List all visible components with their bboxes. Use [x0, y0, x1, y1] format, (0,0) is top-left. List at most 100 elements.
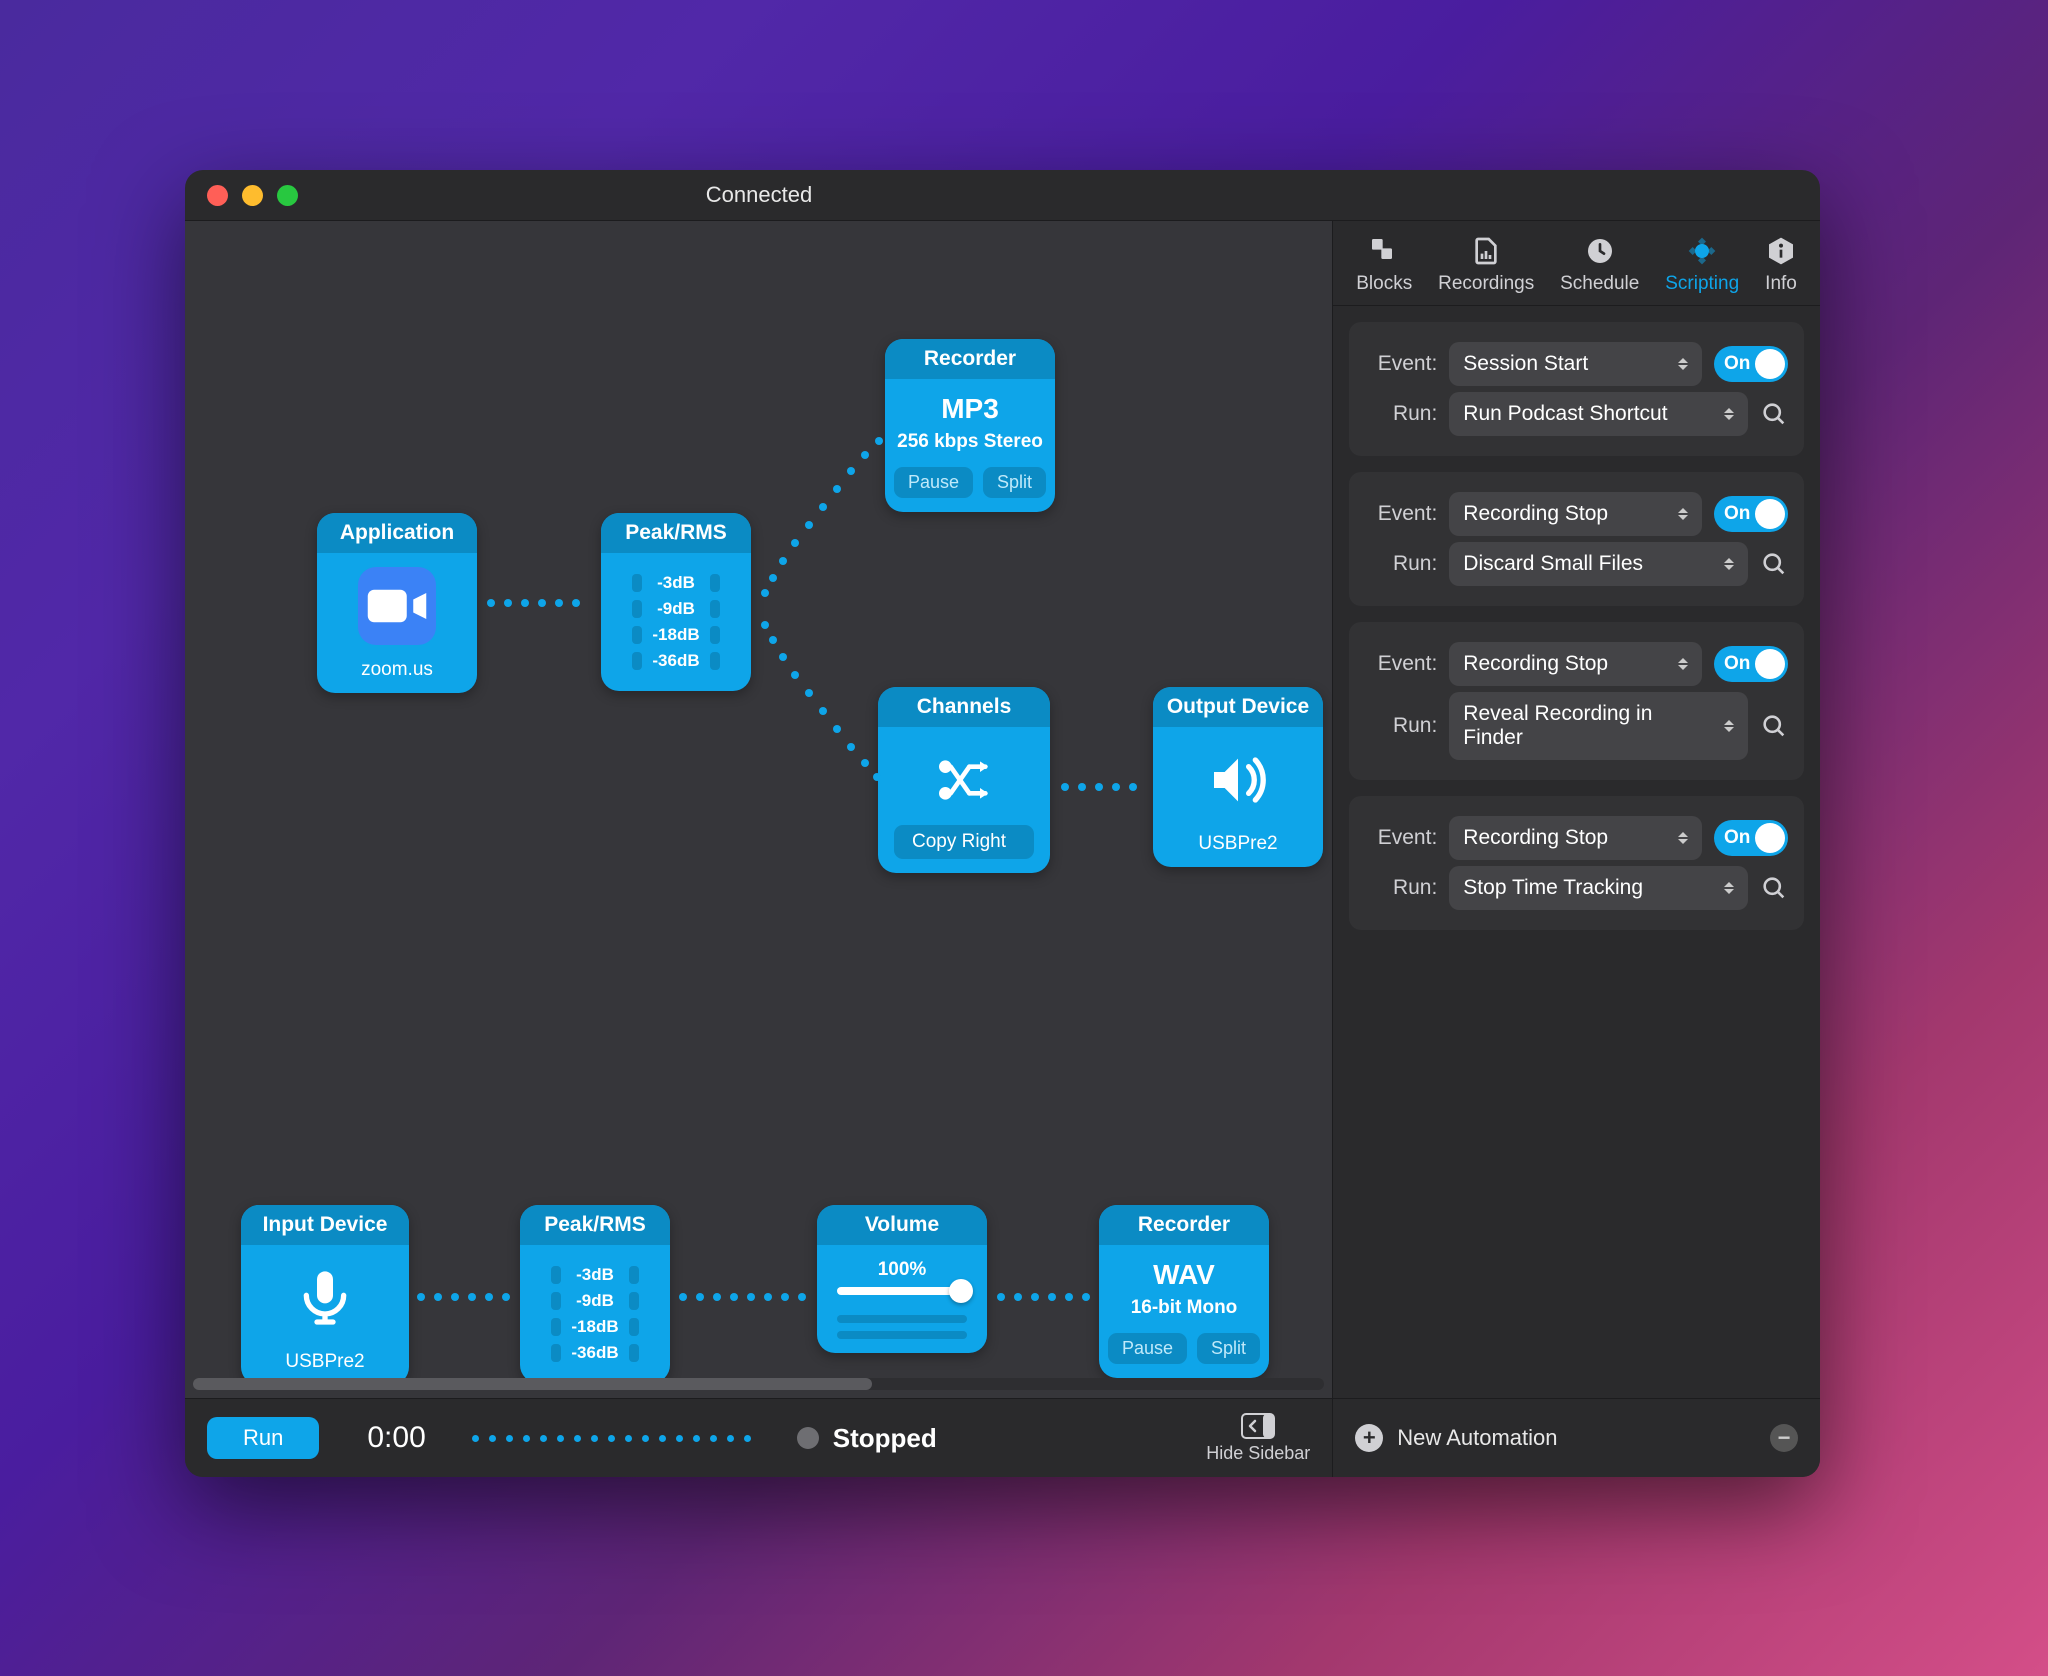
scrollbar-thumb[interactable] — [193, 1378, 872, 1390]
run-label: Run: — [1365, 714, 1437, 738]
event-select[interactable]: Recording Stop — [1449, 642, 1702, 686]
recordings-icon — [1470, 235, 1502, 267]
node-header: Recorder — [885, 339, 1055, 379]
app-window: Connected Application zoom.us Peak/RMS -… — [185, 170, 1820, 1477]
chevron-updown-icon — [1678, 832, 1688, 844]
connector — [679, 1293, 806, 1301]
channels-icon — [925, 741, 1003, 819]
node-recorder-wav[interactable]: Recorder WAV 16-bit Mono Pause Split — [1099, 1205, 1269, 1378]
node-header: Volume — [817, 1205, 987, 1245]
tab-recordings[interactable]: Recordings — [1438, 235, 1534, 295]
node-footer: USBPre2 — [1153, 833, 1323, 867]
automation-card: Event:Recording StopOnRun:Discard Small … — [1349, 472, 1804, 606]
add-automation-button[interactable]: + — [1355, 1424, 1383, 1452]
event-label: Event: — [1365, 652, 1437, 676]
search-icon[interactable] — [1760, 874, 1788, 902]
level-meter: -3dB -9dB -18dB -36dB — [551, 1259, 639, 1369]
node-header: Peak/RMS — [601, 513, 751, 553]
hide-sidebar-label: Hide Sidebar — [1206, 1443, 1310, 1464]
split-button[interactable]: Split — [983, 467, 1046, 498]
connector — [417, 1293, 510, 1301]
enabled-toggle[interactable]: On — [1714, 346, 1788, 382]
flow-canvas[interactable]: Application zoom.us Peak/RMS -3dB -9dB -… — [185, 221, 1332, 1378]
sidebar: Blocks Recordings Schedule Scripting Inf… — [1333, 221, 1820, 1477]
scripting-icon — [1686, 235, 1718, 267]
horizontal-scrollbar[interactable] — [193, 1378, 1324, 1390]
chevron-updown-icon — [1724, 882, 1734, 894]
node-recorder-mp3[interactable]: Recorder MP3 256 kbps Stereo Pause Split — [885, 339, 1055, 512]
search-icon[interactable] — [1760, 400, 1788, 428]
run-label: Run: — [1365, 402, 1437, 426]
node-footer: USBPre2 — [241, 1351, 409, 1378]
enabled-toggle[interactable]: On — [1714, 820, 1788, 856]
sidebar-tabs: Blocks Recordings Schedule Scripting Inf… — [1333, 221, 1820, 306]
sidebar-footer: + New Automation − — [1333, 1398, 1820, 1477]
node-output-device[interactable]: Output Device USBPre2 — [1153, 687, 1323, 867]
node-application[interactable]: Application zoom.us — [317, 513, 477, 693]
new-automation-label: New Automation — [1397, 1425, 1557, 1451]
recorder-subtitle: 256 kbps Stereo — [897, 431, 1043, 453]
speaker-icon — [1199, 741, 1277, 819]
connector — [487, 599, 580, 607]
blocks-icon — [1368, 235, 1400, 267]
node-header: Input Device — [241, 1205, 409, 1245]
remove-automation-button[interactable]: − — [1770, 1424, 1798, 1452]
chevron-updown-icon — [1678, 658, 1688, 670]
run-select[interactable]: Stop Time Tracking — [1449, 866, 1748, 910]
pause-button[interactable]: Pause — [894, 467, 973, 498]
event-select[interactable]: Session Start — [1449, 342, 1702, 386]
run-button[interactable]: Run — [207, 1417, 319, 1459]
node-header: Application — [317, 513, 477, 553]
node-header: Output Device — [1153, 687, 1323, 727]
node-channels[interactable]: Channels Copy Right — [878, 687, 1050, 873]
tab-scripting[interactable]: Scripting — [1665, 235, 1739, 295]
enabled-toggle[interactable]: On — [1714, 646, 1788, 682]
titlebar: Connected — [185, 170, 1820, 221]
run-select[interactable]: Discard Small Files — [1449, 542, 1748, 586]
run-select[interactable]: Run Podcast Shortcut — [1449, 392, 1748, 436]
level-meter: -3dB -9dB -18dB -36dB — [632, 567, 720, 677]
tab-schedule[interactable]: Schedule — [1560, 235, 1639, 295]
node-header: Channels — [878, 687, 1050, 727]
volume-slider[interactable] — [837, 1287, 967, 1295]
chevron-updown-icon — [1724, 408, 1734, 420]
automation-card: Event: Recording Stop On Run: Reveal Recordi… — [1349, 622, 1804, 780]
search-icon[interactable] — [1760, 712, 1788, 740]
chevron-updown-icon — [1724, 720, 1734, 732]
enabled-toggle[interactable]: On — [1714, 496, 1788, 532]
tab-blocks[interactable]: Blocks — [1356, 235, 1412, 295]
channel-mode-select[interactable]: Copy Right — [894, 825, 1034, 859]
connector — [761, 621, 881, 781]
node-input-device[interactable]: Input Device USBPre2 — [241, 1205, 409, 1378]
tab-info[interactable]: Info — [1765, 235, 1797, 295]
window-title: Connected — [185, 182, 1333, 208]
recorder-format: MP3 — [941, 393, 999, 425]
volume-value: 100% — [878, 1259, 927, 1281]
event-select[interactable]: Recording Stop — [1449, 492, 1702, 536]
clock-icon — [1584, 235, 1616, 267]
recorder-subtitle: 16-bit Mono — [1131, 1297, 1238, 1319]
event-label: Event: — [1365, 502, 1437, 526]
hide-sidebar-button[interactable]: Hide Sidebar — [1206, 1413, 1310, 1464]
search-icon[interactable] — [1760, 550, 1788, 578]
node-header: Peak/RMS — [520, 1205, 670, 1245]
automations-list: Event: Session Start On Run: Run Podcast Sho… — [1333, 306, 1820, 1398]
connector — [997, 1293, 1090, 1301]
event-select[interactable]: Recording Stop — [1449, 816, 1702, 860]
node-volume[interactable]: Volume 100% — [817, 1205, 987, 1353]
node-footer: zoom.us — [317, 659, 477, 693]
node-peakrms-2[interactable]: Peak/RMS -3dB -9dB -18dB -36dB — [520, 1205, 670, 1378]
status-indicator — [797, 1427, 819, 1449]
node-peakrms-1[interactable]: Peak/RMS -3dB -9dB -18dB -36dB — [601, 513, 751, 691]
chevron-updown-icon — [1724, 558, 1734, 570]
progress-dots — [472, 1435, 751, 1442]
slider-knob[interactable] — [949, 1279, 973, 1303]
node-header: Recorder — [1099, 1205, 1269, 1245]
automation-card: Event:Recording StopOnRun:Stop Time Trac… — [1349, 796, 1804, 930]
sidebar-toggle-icon — [1241, 1413, 1275, 1439]
split-button[interactable]: Split — [1197, 1333, 1260, 1364]
elapsed-time: 0:00 — [367, 1421, 425, 1455]
recorder-format: WAV — [1153, 1259, 1215, 1291]
pause-button[interactable]: Pause — [1108, 1333, 1187, 1364]
run-select[interactable]: Reveal Recording in Finder — [1449, 692, 1748, 760]
